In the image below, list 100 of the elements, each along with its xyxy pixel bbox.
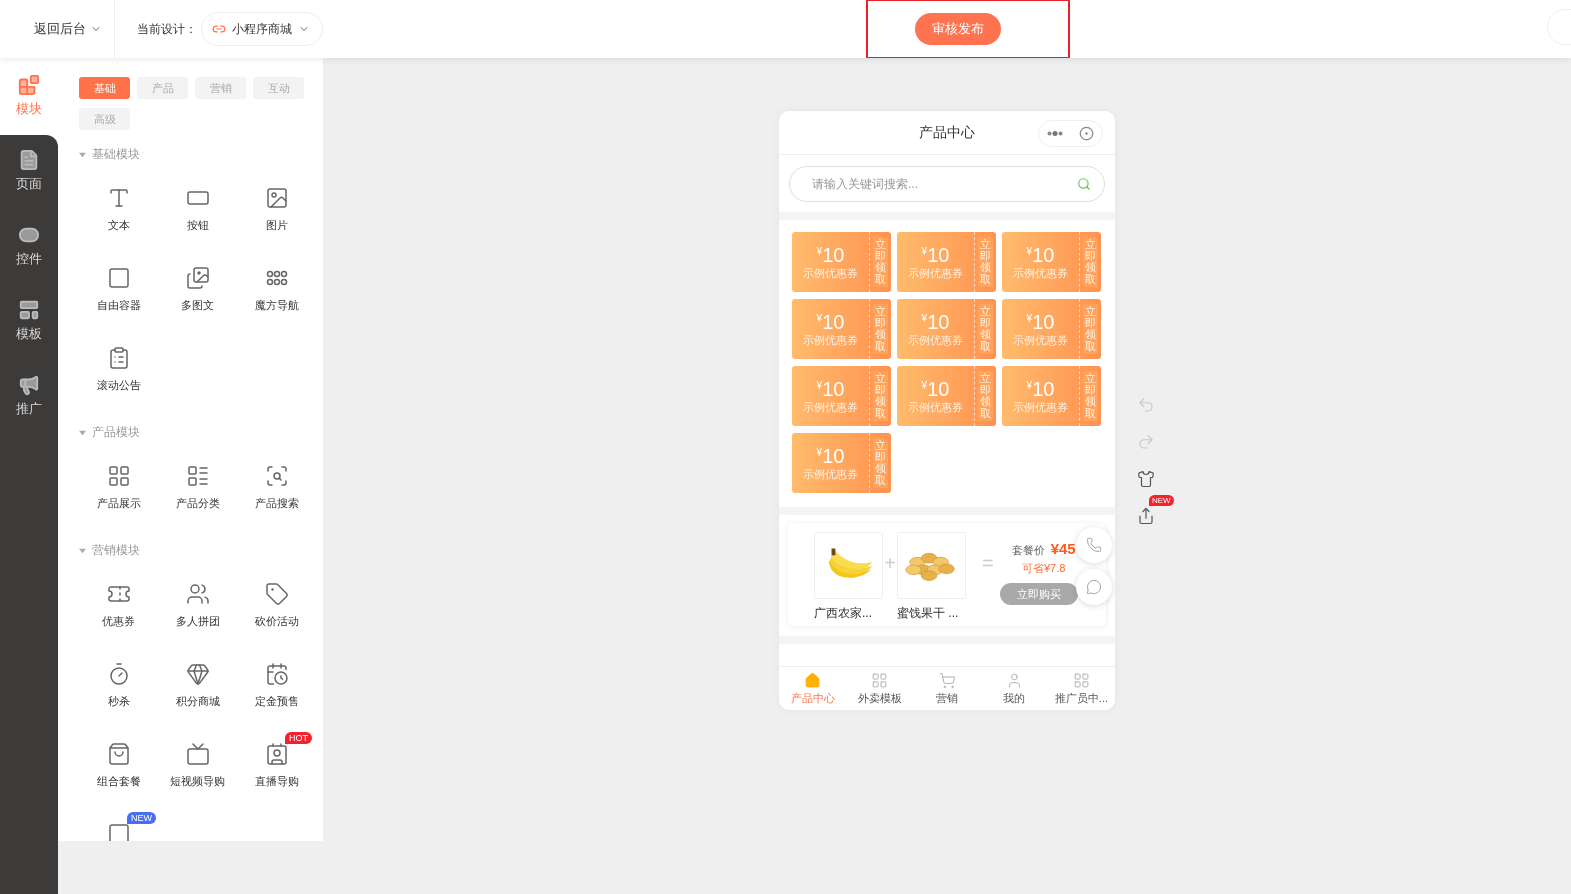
section-title: 产品模块 — [92, 423, 140, 441]
module-label: 多人拼团 — [175, 614, 220, 629]
plus-sign: + — [883, 552, 897, 575]
chat-icon — [1086, 579, 1102, 595]
module-item[interactable]: 滚动公告 — [79, 334, 158, 414]
caret-icon[interactable] — [79, 150, 86, 158]
currency: ¥ — [816, 446, 823, 458]
cart-icon — [938, 671, 956, 689]
tab-item[interactable]: 外卖模板 — [846, 667, 914, 710]
grid-search-icon — [264, 464, 289, 488]
module-item[interactable]: 按钮 — [158, 174, 237, 254]
megaphone-icon — [18, 374, 40, 396]
claim-label: 立即领取 — [978, 237, 993, 287]
tag-icon — [264, 582, 289, 606]
module-label: 产品分类 — [175, 496, 220, 511]
contact-icon — [264, 742, 289, 766]
caret-icon[interactable] — [79, 546, 86, 554]
grid-icon — [871, 671, 889, 689]
module-item[interactable]: 文本 — [79, 174, 158, 254]
coupon-label: 示例优惠券 — [908, 332, 963, 348]
module-label: 短视频导购 — [170, 774, 225, 789]
module-item[interactable]: 魔方导航 — [237, 254, 316, 334]
nav-item[interactable]: 推广 — [0, 360, 58, 435]
search-icon — [1077, 177, 1091, 191]
grid-icon — [1072, 671, 1090, 689]
coupon-label: 示例优惠券 — [803, 265, 858, 281]
claim-label: 立即领取 — [1083, 237, 1098, 287]
shirt-icon — [1137, 470, 1155, 488]
coupon-label: 示例优惠券 — [803, 332, 858, 348]
undo-icon — [1137, 396, 1155, 414]
coupon-amount: 10 — [1032, 310, 1055, 333]
gem-icon — [185, 662, 210, 686]
module-label: 积分商城 — [175, 694, 220, 709]
module-item[interactable]: 产品展示 — [79, 452, 158, 532]
people-icon — [185, 582, 210, 606]
tab-item[interactable]: 营销 — [913, 667, 981, 710]
price-label: 套餐价 — [1011, 543, 1045, 558]
module-item[interactable]: HOT 直播导购 — [237, 730, 316, 810]
currency: ¥ — [921, 245, 928, 257]
module-item[interactable]: 自由容器 — [79, 254, 158, 334]
design-name: 小程序商城 — [232, 20, 292, 38]
module-item[interactable]: 产品分类 — [158, 452, 237, 532]
caret-icon[interactable] — [79, 428, 86, 436]
page-icon — [18, 149, 40, 171]
module-item[interactable]: 图片 — [237, 174, 316, 254]
currency: ¥ — [816, 379, 823, 391]
module-item[interactable]: 短视频导购 — [158, 730, 237, 810]
blocks-icon — [18, 74, 40, 96]
module-item[interactable]: 积分商城 — [158, 650, 237, 730]
coupon-label: 示例优惠券 — [803, 466, 858, 482]
module-item[interactable]: 秒杀 — [79, 650, 158, 730]
module-label: 砍价活动 — [254, 614, 299, 629]
currency: ¥ — [921, 379, 928, 391]
gallery-icon — [185, 266, 210, 290]
module-item[interactable]: 组合套餐 — [79, 730, 158, 810]
tab-item[interactable]: 推广员中... — [1047, 667, 1115, 710]
module-item[interactable]: 多图文 — [158, 254, 237, 334]
currency: ¥ — [1026, 245, 1033, 257]
module-label: 定金预售 — [254, 694, 299, 709]
coupon-amount: 10 — [927, 310, 950, 333]
design-label: 当前设计： — [137, 20, 197, 38]
target-icon — [1079, 126, 1094, 141]
module-label: 组合套餐 — [96, 774, 141, 789]
module-item[interactable]: 定金预售 — [237, 650, 316, 730]
tab-item[interactable]: 我的 — [980, 667, 1048, 710]
search-field[interactable]: 请输入关键词搜索... — [789, 166, 1105, 202]
page-title: 产品中心 — [919, 123, 975, 142]
nav-item[interactable]: 模板 — [0, 285, 58, 360]
nav-item[interactable]: 控件 — [0, 210, 58, 285]
module-label: 产品搜索 — [254, 496, 299, 511]
product-name: 广西农家... — [814, 605, 873, 622]
phone-icon — [1086, 537, 1102, 553]
coupon-label: 示例优惠券 — [1013, 399, 1068, 415]
claim-label: 立即领取 — [978, 371, 993, 421]
module-label: 优惠券 — [102, 614, 135, 629]
coupon-amount: 10 — [927, 243, 950, 266]
coupon-label: 示例优惠券 — [908, 265, 963, 281]
module-item[interactable]: 优惠券 — [79, 570, 158, 650]
coupon-amount: 10 — [822, 377, 845, 400]
module-label: 自由容器 — [96, 298, 141, 313]
section-title: 营销模块 — [92, 541, 140, 559]
module-item[interactable]: 砍价活动 — [237, 570, 316, 650]
calendar-icon — [264, 662, 289, 686]
module-item[interactable]: 多人拼团 — [158, 570, 237, 650]
claim-label: 立即领取 — [873, 237, 888, 287]
module-item[interactable]: 产品搜索 — [237, 452, 316, 532]
image-icon — [264, 186, 289, 210]
section-title: 基础模块 — [92, 145, 140, 163]
coupon-label: 示例优惠券 — [1013, 332, 1068, 348]
nav-item[interactable]: 页面 — [0, 135, 58, 210]
module-item[interactable]: NEW — [79, 810, 158, 841]
module-label: 滚动公告 — [96, 378, 141, 393]
claim-label: 立即领取 — [873, 371, 888, 421]
coupon-amount: 10 — [822, 243, 845, 266]
coupon-amount: 10 — [927, 377, 950, 400]
module-label: 直播导购 — [254, 774, 299, 789]
home-icon — [804, 671, 822, 689]
coupon-amount: 10 — [1032, 243, 1055, 266]
badge: HOT — [285, 732, 312, 744]
tool-button[interactable] — [1137, 470, 1155, 488]
